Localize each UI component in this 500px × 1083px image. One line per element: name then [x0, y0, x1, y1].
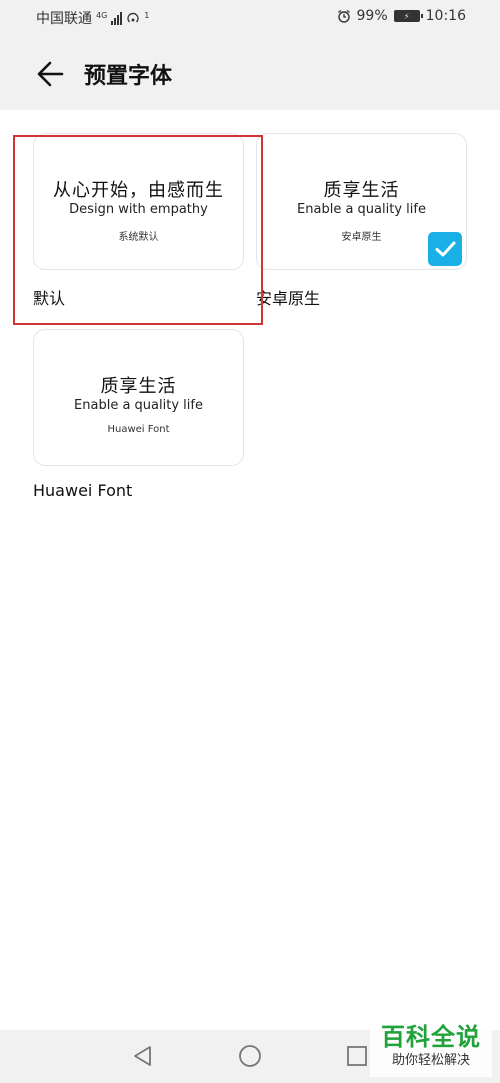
- status-left: 中国联通 4G 1: [36, 8, 149, 28]
- page-title: 预置字体: [84, 64, 173, 89]
- back-button[interactable]: [32, 56, 68, 92]
- app-header: 预置字体: [0, 52, 500, 96]
- network-type: 4G: [96, 10, 108, 20]
- preview-main-text: 质享生活: [100, 376, 177, 397]
- nav-recent-button[interactable]: [344, 1043, 370, 1069]
- preview-main-text: 质享生活: [323, 180, 400, 201]
- watermark-subtitle: 助你轻松解决: [391, 1053, 470, 1068]
- alarm-icon: [337, 9, 350, 23]
- status-bar: 中国联通 4G 1 99% ⚡ 10:16: [0, 0, 500, 34]
- hotspot-count: 1: [144, 10, 150, 20]
- carrier-name: 中国联通: [36, 11, 92, 27]
- preview-font-name: Huawei Font: [107, 424, 170, 435]
- arrow-left-icon: [37, 61, 64, 87]
- highlight-box: [13, 135, 263, 325]
- clock: 10:16: [425, 8, 466, 24]
- hotspot-icon: [127, 12, 139, 23]
- status-right: 99% ⚡ 10:16: [337, 8, 466, 24]
- circle-home-icon: [239, 1045, 261, 1067]
- preview-english-text: Enable a quality life: [297, 202, 426, 217]
- square-recent-icon: [347, 1046, 367, 1066]
- battery-icon: ⚡: [393, 10, 423, 22]
- nav-home-button[interactable]: [237, 1043, 263, 1069]
- triangle-back-icon: [134, 1046, 151, 1066]
- battery-percent: 99%: [356, 8, 388, 24]
- nav-back-button[interactable]: [130, 1043, 156, 1069]
- check-icon: [435, 241, 456, 257]
- preview-english-text: Enable a quality life: [74, 398, 203, 413]
- font-card-huawei[interactable]: 质享生活 Enable a quality life Huawei Font: [33, 329, 244, 466]
- watermark-logo: 百科全说 助你轻松解决: [370, 1022, 492, 1077]
- font-label-huawei: Huawei Font: [33, 481, 133, 500]
- font-label-android: 安卓原生: [256, 289, 321, 308]
- top-area: 中国联通 4G 1 99% ⚡ 10:16 预置字体: [0, 0, 500, 110]
- watermark-title: 百科全说: [381, 1023, 481, 1051]
- selected-checkbox[interactable]: [428, 232, 462, 266]
- signal-icon: [111, 11, 123, 25]
